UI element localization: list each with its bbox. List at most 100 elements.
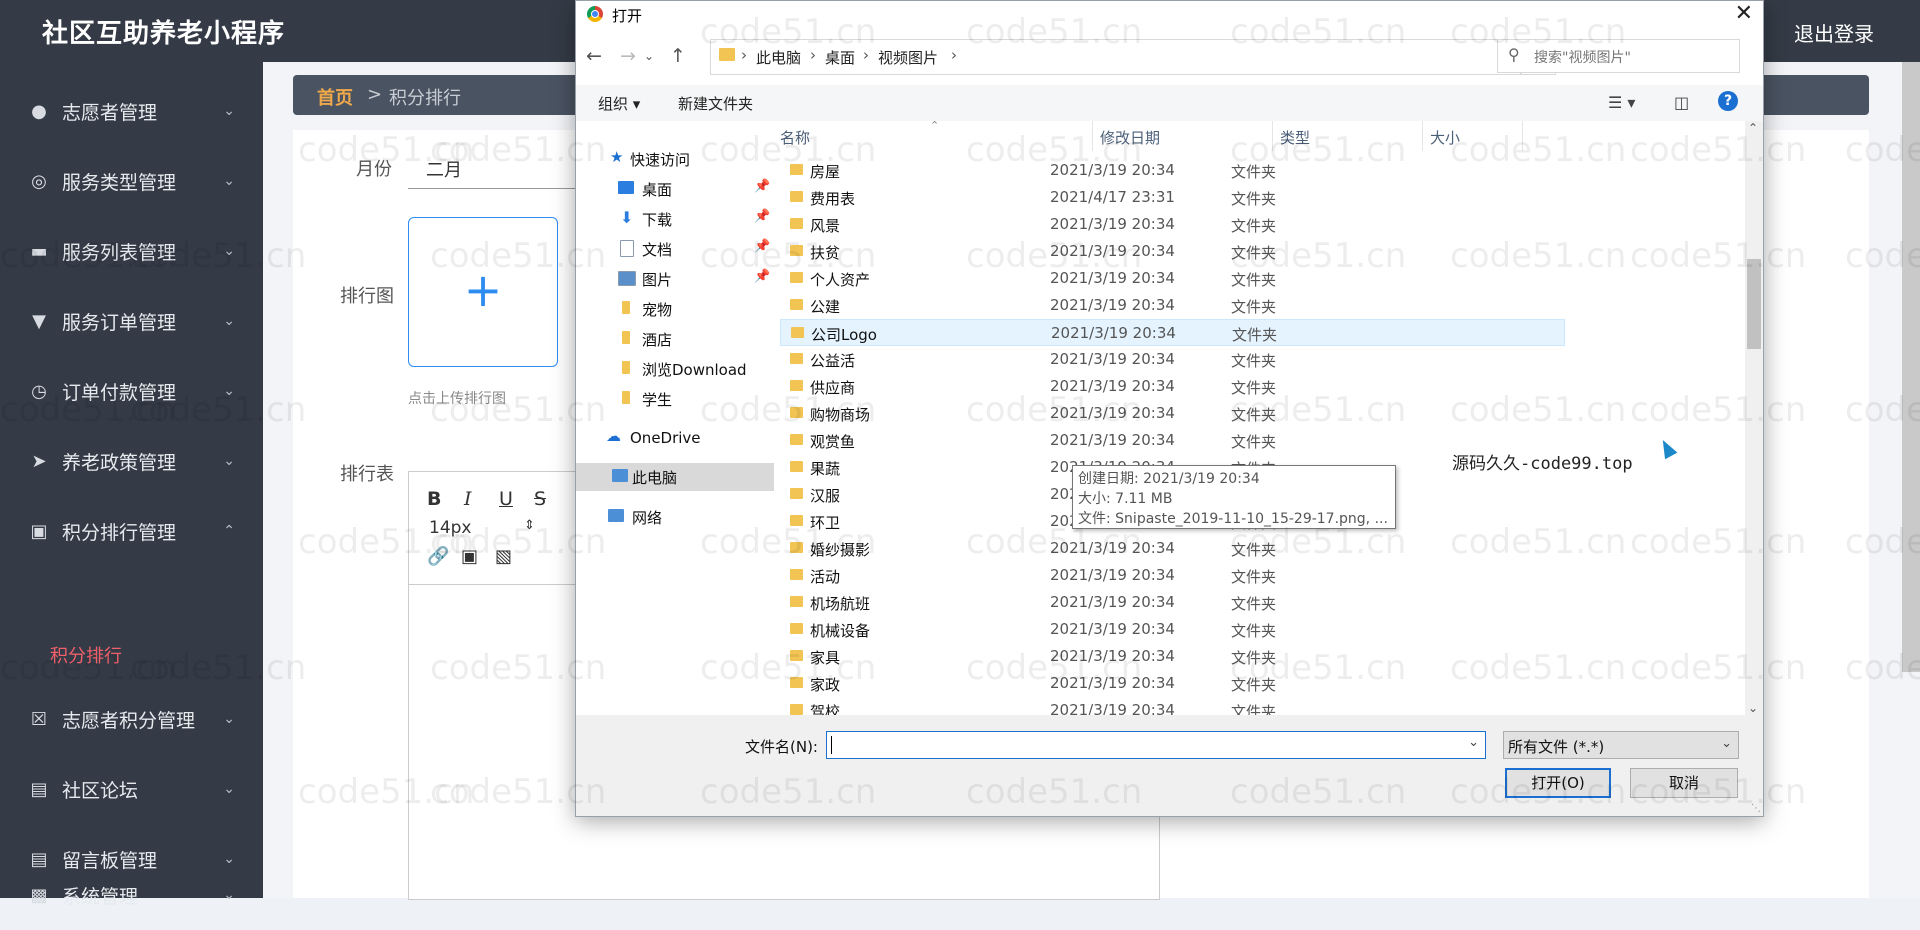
- file-row[interactable]: 费用表 2021/4/17 23:31 文件夹: [780, 184, 1565, 211]
- column-divider[interactable]: [1092, 121, 1093, 151]
- file-row[interactable]: 风景 2021/3/19 20:34 文件夹: [780, 211, 1565, 238]
- file-type: 文件夹: [1231, 217, 1277, 235]
- sidebar-item-order-payment[interactable]: ◷ 订单付款管理 ⌄: [0, 356, 263, 426]
- nav-network[interactable]: 网络: [576, 503, 774, 531]
- scroll-down-icon[interactable]: ⌄: [1748, 701, 1758, 715]
- path-segment[interactable]: 视频图片: [878, 47, 938, 68]
- column-header-name[interactable]: 名称: [780, 127, 810, 148]
- column-header-type[interactable]: 类型: [1280, 127, 1310, 148]
- nav-this-pc[interactable]: 此电脑: [576, 463, 774, 491]
- file-row[interactable]: 驾校 2021/3/19 20:34 文件夹: [780, 697, 1565, 715]
- star-icon: ★: [610, 148, 624, 166]
- chevron-right-icon: ›: [810, 46, 816, 64]
- view-options-icon[interactable]: ☰ ▾: [1608, 93, 1635, 112]
- file-row[interactable]: 家政 2021/3/19 20:34 文件夹: [780, 670, 1565, 697]
- filetype-select[interactable]: 所有文件 (*.*) ⌄: [1503, 731, 1739, 759]
- nav-onedrive[interactable]: ☁ OneDrive: [576, 425, 774, 453]
- column-header-date[interactable]: 修改日期: [1100, 127, 1160, 148]
- path-field[interactable]: › 此电脑 › 桌面 › 视频图片 › ⌄: [710, 39, 1522, 75]
- sidebar-item-label: 系统管理: [62, 885, 139, 908]
- folder-icon: [790, 353, 803, 364]
- font-size-select[interactable]: 14px: [429, 518, 471, 538]
- column-divider[interactable]: [1272, 121, 1273, 151]
- italic-icon[interactable]: I: [464, 488, 472, 510]
- sidebar-item-forum[interactable]: ▤ 社区论坛 ⌄: [0, 754, 263, 824]
- file-row[interactable]: 供应商 2021/3/19 20:34 文件夹: [780, 373, 1565, 400]
- sidebar-item-volunteer-points[interactable]: ☒ 志愿者积分管理 ⌄: [0, 684, 263, 754]
- file-name: 购物商场: [810, 406, 871, 424]
- strikethrough-icon[interactable]: S: [534, 488, 546, 510]
- scroll-thumb[interactable]: [1747, 259, 1761, 349]
- nav-label: 网络: [632, 509, 663, 527]
- nav-item-pictures[interactable]: 图片 📌: [576, 265, 774, 293]
- path-segment[interactable]: 桌面: [825, 47, 855, 68]
- file-row[interactable]: 公益活 2021/3/19 20:34 文件夹: [780, 346, 1565, 373]
- sidebar-item-system[interactable]: ▩ 系统管理 ⌄: [0, 860, 263, 930]
- nav-item-pets[interactable]: 宠物: [576, 295, 774, 323]
- file-list-scrollbar[interactable]: ⌃ ⌄: [1745, 121, 1763, 715]
- file-row[interactable]: 公司Logo 2021/3/19 20:34 文件夹: [780, 319, 1565, 346]
- filename-input[interactable]: ⌄: [826, 731, 1486, 759]
- file-row[interactable]: 机械设备 2021/3/19 20:34 文件夹: [780, 616, 1565, 643]
- back-arrow-icon[interactable]: ←: [586, 45, 602, 67]
- bold-icon[interactable]: B: [427, 488, 441, 510]
- nav-item-documents[interactable]: 文档 📌: [576, 235, 774, 263]
- underline-icon[interactable]: U: [499, 488, 513, 510]
- column-divider[interactable]: [1522, 121, 1523, 151]
- file-row[interactable]: 家具 2021/3/19 20:34 文件夹: [780, 643, 1565, 670]
- cancel-button[interactable]: 取消: [1630, 768, 1738, 798]
- up-arrow-icon[interactable]: ↑: [670, 45, 686, 67]
- column-divider[interactable]: [1422, 121, 1423, 151]
- logout-button[interactable]: 退出登录: [1794, 18, 1874, 47]
- resize-grip-icon[interactable]: ⋱: [1751, 803, 1761, 814]
- file-row[interactable]: 扶贫 2021/3/19 20:34 文件夹: [780, 238, 1565, 265]
- folder-icon: [622, 361, 630, 374]
- page-scrollbar[interactable]: [1902, 62, 1920, 672]
- file-row[interactable]: 婚纱摄影 2021/3/19 20:34 文件夹: [780, 535, 1565, 562]
- image-icon[interactable]: ▣: [461, 546, 478, 567]
- breadcrumb-home[interactable]: 首页: [317, 84, 353, 110]
- nav-item-hotel[interactable]: 酒店: [576, 325, 774, 353]
- preview-pane-icon[interactable]: ◫: [1674, 93, 1689, 112]
- forward-arrow-icon[interactable]: →: [620, 45, 636, 67]
- file-row[interactable]: 机场航班 2021/3/19 20:34 文件夹: [780, 589, 1565, 616]
- nav-quick-access[interactable]: ★ 快速访问: [576, 145, 774, 173]
- dialog-title: 打开: [612, 7, 643, 25]
- video-icon[interactable]: ▧: [495, 546, 512, 567]
- file-row[interactable]: 购物商场 2021/3/19 20:34 文件夹: [780, 400, 1565, 427]
- scroll-up-icon[interactable]: ⌃: [1748, 121, 1758, 135]
- file-row[interactable]: 个人资产 2021/3/19 20:34 文件夹: [780, 265, 1565, 292]
- link-icon[interactable]: 🔗: [427, 546, 449, 567]
- chevron-down-icon[interactable]: ⌄: [1468, 735, 1479, 750]
- organize-menu[interactable]: 组织 ▾: [598, 93, 640, 114]
- close-icon[interactable]: ✕: [1735, 1, 1753, 26]
- sidebar-item-policy[interactable]: ➤ 养老政策管理 ⌄: [0, 426, 263, 496]
- new-folder-button[interactable]: 新建文件夹: [678, 93, 753, 114]
- help-icon[interactable]: ?: [1718, 91, 1738, 111]
- nav-item-browser-download[interactable]: 浏览Download: [576, 355, 774, 383]
- nav-item-downloads[interactable]: ⬇ 下载 📌: [576, 205, 774, 233]
- nav-item-students[interactable]: 学生: [576, 385, 774, 413]
- image-upload[interactable]: +: [408, 217, 558, 367]
- file-row[interactable]: 活动 2021/3/19 20:34 文件夹: [780, 562, 1565, 589]
- file-date: 2021/3/19 20:34: [1050, 593, 1175, 611]
- month-field[interactable]: 二月: [408, 148, 578, 189]
- sidebar-item-volunteer[interactable]: ● 志愿者管理 ⌄: [0, 76, 263, 146]
- search-videos-field[interactable]: ⚲ 搜索"视频图片": [1497, 39, 1740, 73]
- recent-dropdown-icon[interactable]: ⌄: [644, 49, 654, 63]
- sidebar-item-service-order[interactable]: ▼ 服务订单管理 ⌄: [0, 286, 263, 356]
- file-row[interactable]: 公建 2021/3/19 20:34 文件夹: [780, 292, 1565, 319]
- updown-icon: ⇕: [524, 518, 535, 533]
- open-button[interactable]: 打开(O): [1505, 768, 1611, 798]
- sidebar-item-service-list[interactable]: ▬ 服务列表管理 ⌄: [0, 216, 263, 286]
- file-row[interactable]: 观赏鱼 2021/3/19 20:34 文件夹: [780, 427, 1565, 454]
- nav-label: 酒店: [642, 331, 673, 349]
- sidebar-item-service-type[interactable]: ◎ 服务类型管理 ⌄: [0, 146, 263, 216]
- path-segment[interactable]: 此电脑: [756, 47, 801, 68]
- sidebar-item-points-ranking[interactable]: ▣ 积分排行管理 ⌃: [0, 496, 263, 566]
- file-row[interactable]: 房屋 2021/3/19 20:34 文件夹: [780, 157, 1565, 184]
- column-header-size[interactable]: 大小: [1430, 127, 1460, 148]
- file-name: 汉服: [810, 487, 841, 505]
- nav-item-desktop[interactable]: 桌面 📌: [576, 175, 774, 203]
- sidebar-subitem-ranking[interactable]: 积分排行: [50, 642, 122, 668]
